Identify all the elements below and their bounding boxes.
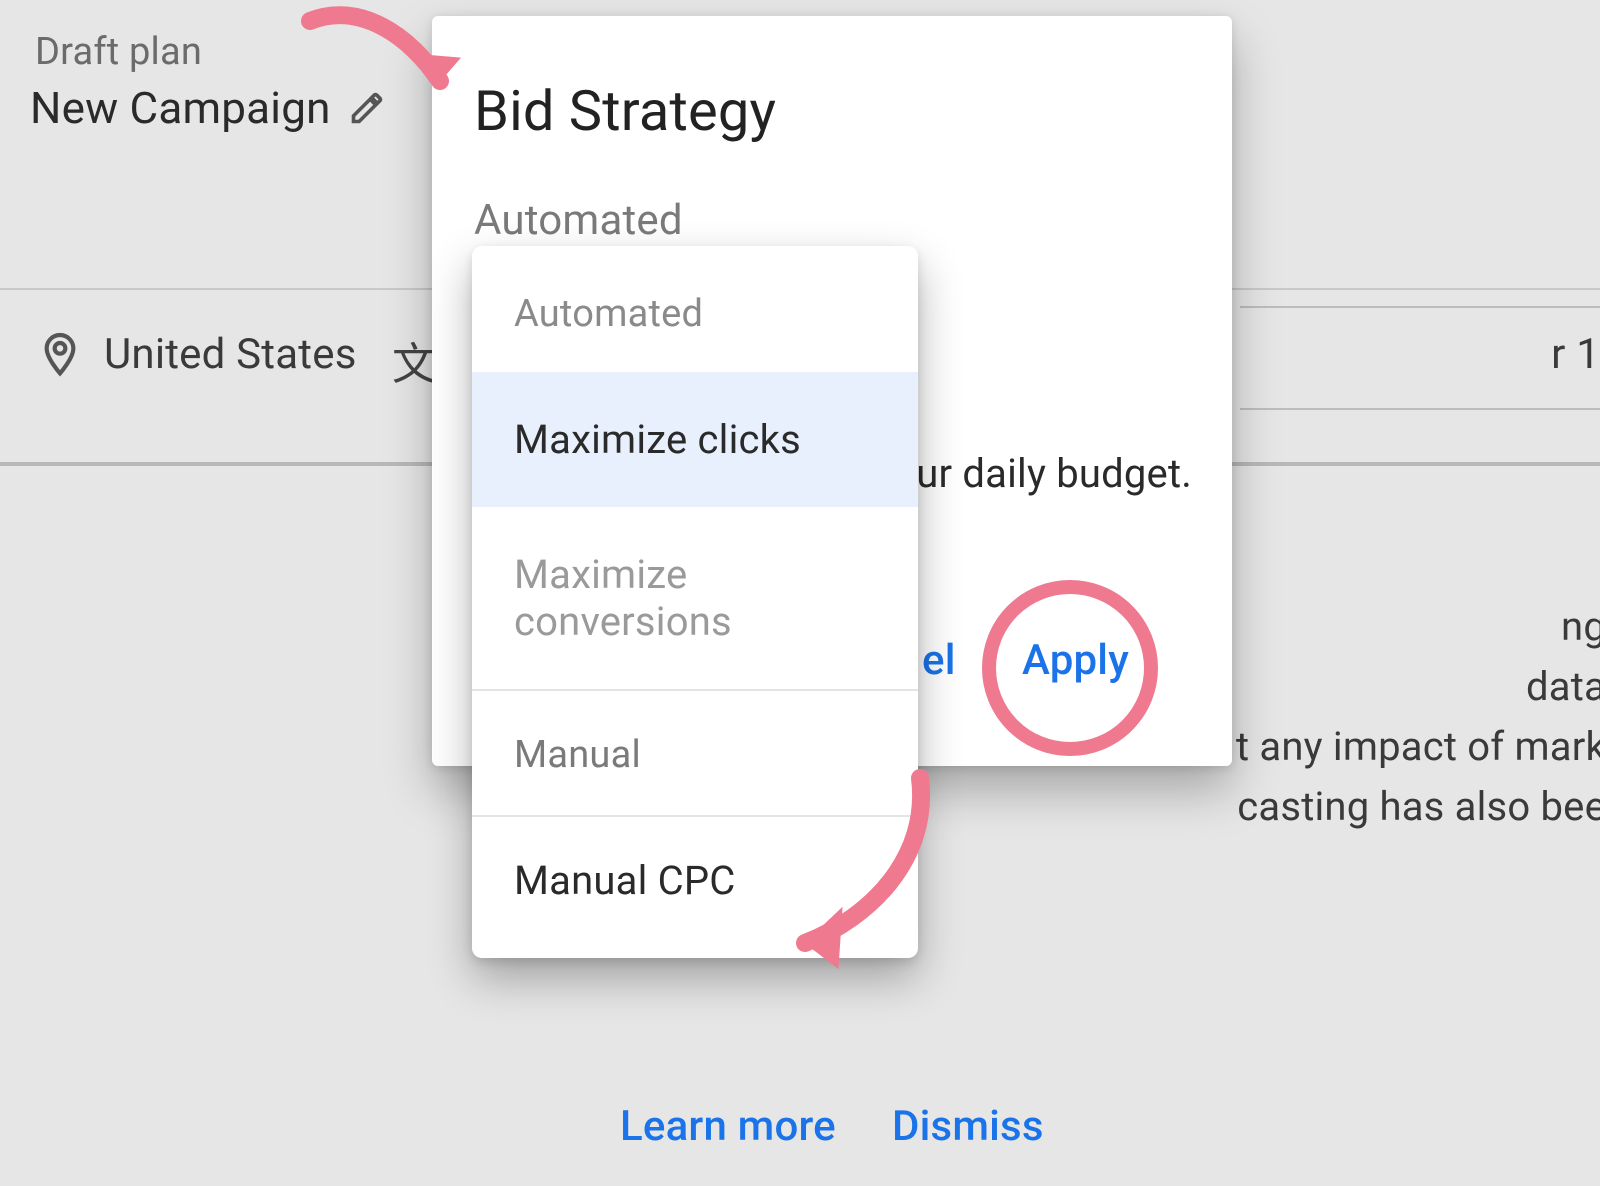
dismiss-link[interactable]: Dismiss [892,1102,1044,1151]
learn-more-link[interactable]: Learn more [620,1102,836,1151]
cancel-button[interactable]: el [922,636,956,685]
panel-title: Bid Strategy [474,78,776,144]
dropdown-group-manual: Manual [472,691,918,815]
text-fragment: data [1526,658,1600,716]
campaign-name-row[interactable]: New Campaign [30,82,385,134]
campaign-name: New Campaign [30,82,331,134]
location-text: United States [104,330,357,379]
divider [1240,408,1600,410]
option-manual-cpc[interactable]: Manual CPC [472,817,918,956]
apply-button[interactable]: Apply [1022,636,1129,685]
dropdown-group-automated: Automated [472,246,918,372]
option-maximize-conversions[interactable]: Maximize conversions [472,507,918,689]
budget-text-fragment: ur daily budget. [916,450,1192,497]
text-fragment: ng [1561,598,1600,656]
date-fragment: r 1 [1551,330,1600,379]
location-row[interactable]: United States [40,330,357,379]
edit-icon[interactable] [349,90,385,126]
option-maximize-clicks[interactable]: Maximize clicks [472,372,918,507]
text-fragment: t any impact of mark [1236,718,1600,776]
bid-strategy-dropdown[interactable]: Automated Maximize clicks Maximize conve… [472,246,918,958]
translate-icon[interactable]: 文 [392,328,436,392]
text-fragment: casting has also bee [1237,778,1600,836]
draft-plan-label: Draft plan [35,30,202,74]
panel-subtitle: Automated [474,196,683,245]
divider [1240,306,1600,308]
location-pin-icon [40,331,80,379]
